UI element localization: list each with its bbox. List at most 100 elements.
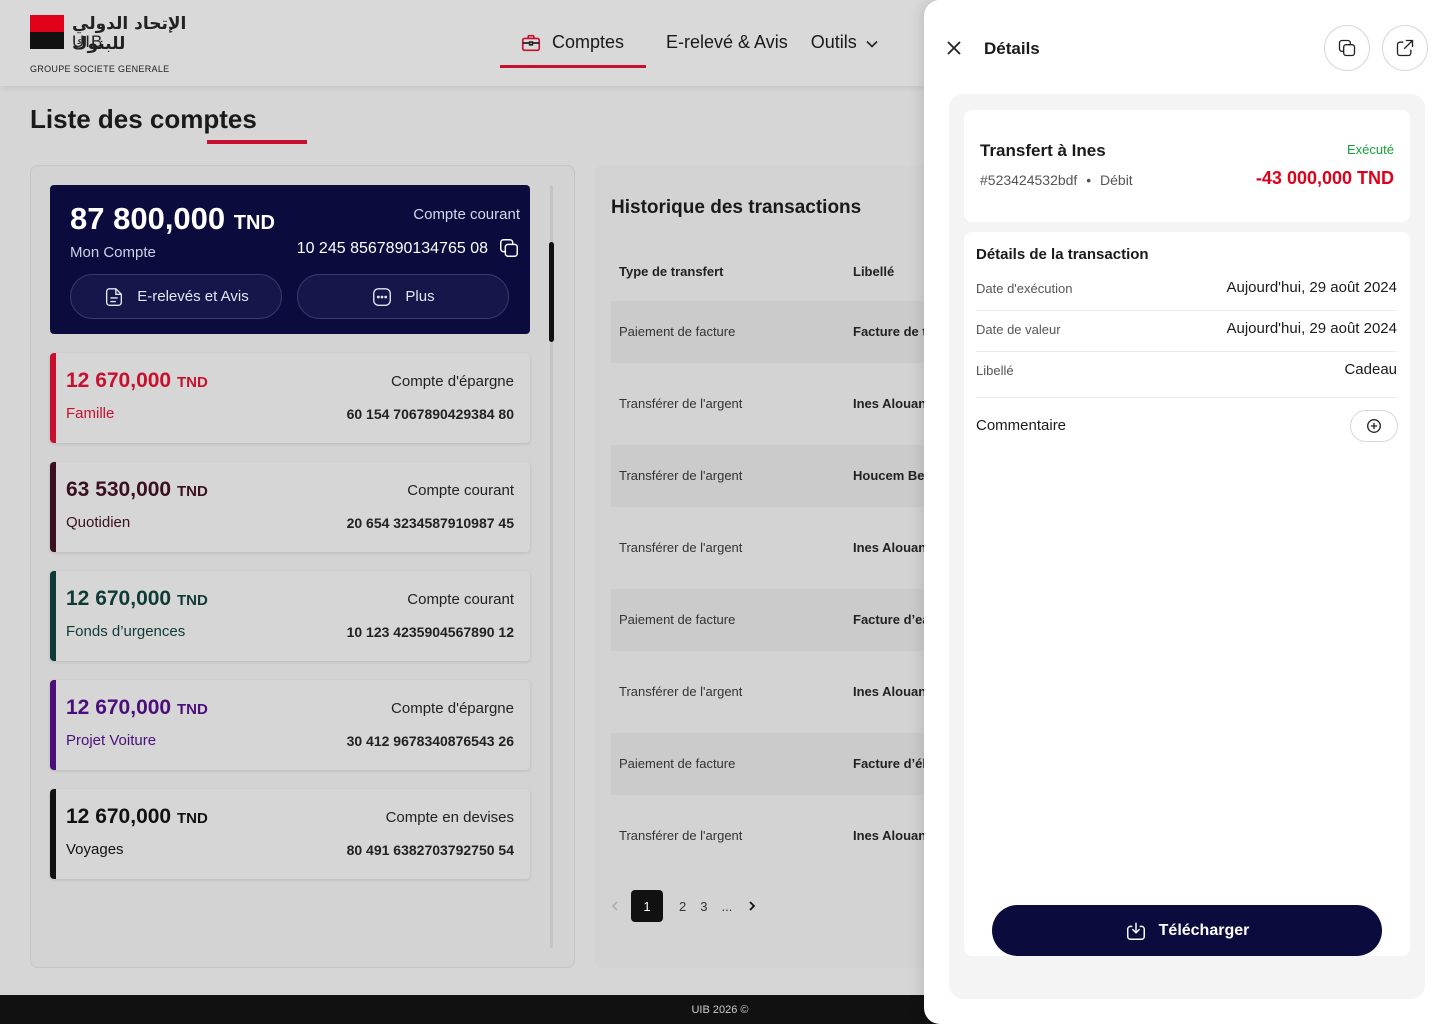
- transaction-label: Ines Alouani: [853, 828, 930, 843]
- e-releves-button-label: E-relevés et Avis: [137, 288, 249, 305]
- main-account-card[interactable]: 87 800,000 TND Mon Compte Compte courant…: [50, 185, 530, 334]
- logo-mark: [30, 15, 64, 49]
- account-number: 60 154 7067890429384 80: [346, 406, 514, 422]
- transaction-reference: #523424532bdf • Débit: [980, 172, 1133, 188]
- account-currency: TND: [176, 701, 208, 718]
- document-icon: [106, 287, 123, 306]
- account-number: 30 412 9678340876543 26: [346, 733, 514, 749]
- pagination: 1 2 3 ...: [609, 890, 768, 922]
- account-amount-value: 12 670,000: [66, 696, 172, 719]
- transaction-label: Ines Alouani: [853, 540, 930, 555]
- page-title: Liste des comptes: [30, 104, 257, 134]
- account-card[interactable]: 12 670,000 TND Projet Voiture Compte d'é…: [50, 680, 530, 770]
- account-name: Quotidien: [66, 514, 131, 531]
- logo-short-name: UIB: [72, 32, 104, 51]
- detail-label: Date d'exécution: [976, 281, 1073, 296]
- account-currency: TND: [176, 483, 208, 500]
- transaction-type: Transférer de l'argent: [619, 468, 743, 483]
- detail-row-execution-date: Date d'exécution Aujourd'hui, 29 août 20…: [976, 270, 1397, 311]
- main-account-currency: TND: [233, 212, 275, 234]
- transaction-summary-card: Transfert à Ines Exécuté #523424532bdf •…: [964, 110, 1410, 222]
- transaction-label: Ines Alouani: [853, 684, 930, 699]
- main-nav: Comptes E-relevé & Avis Outils: [500, 28, 879, 68]
- account-card[interactable]: 63 530,000 TND Quotidien Compte courant …: [50, 462, 530, 552]
- plus-button[interactable]: Plus: [297, 274, 509, 319]
- transaction-row[interactable]: Transférer de l'argent Ines Alouani: [611, 661, 935, 723]
- e-releves-button[interactable]: E-relevés et Avis: [70, 274, 282, 319]
- account-name: Famille: [66, 405, 115, 422]
- transaction-type: Paiement de facture: [619, 612, 736, 627]
- transaction-type: Transférer de l'argent: [619, 684, 743, 699]
- account-currency: TND: [176, 374, 208, 391]
- external-link-icon: [1396, 39, 1414, 57]
- transaction-row[interactable]: Transférer de l'argent Ines Alouani: [611, 373, 935, 435]
- logo-group-name: GROUPE SOCIETE GENERALE: [30, 64, 170, 74]
- account-amount: 12 670,000 TND: [66, 805, 208, 829]
- chevron-down-icon: [866, 40, 878, 48]
- transaction-row[interactable]: Paiement de facture Facture d’ea: [611, 589, 935, 651]
- drawer-title: Détails: [984, 39, 1040, 58]
- account-number: 80 491 6382703792750 54: [346, 842, 514, 858]
- chevron-right-icon[interactable]: [746, 900, 758, 912]
- page-2-button[interactable]: 2: [679, 899, 686, 914]
- transaction-type: Paiement de facture: [619, 756, 736, 771]
- transaction-row[interactable]: Transférer de l'argent Ines Alouani: [611, 805, 935, 867]
- transaction-amount: -43 000,000 TND: [1255, 168, 1394, 188]
- details-title: Détails de la transaction: [976, 246, 1149, 263]
- detail-row-value-date: Date de valeur Aujourd'hui, 29 août 2024: [976, 311, 1397, 352]
- share-button[interactable]: [1382, 25, 1428, 71]
- account-type: Compte courant: [407, 482, 514, 499]
- transaction-row[interactable]: Paiement de facture Facture d’élé: [611, 733, 935, 795]
- transaction-type: Transférer de l'argent: [619, 828, 743, 843]
- account-currency: TND: [176, 592, 208, 609]
- account-type: Compte en devises: [385, 809, 514, 826]
- nav-e-releve[interactable]: E-relevé & Avis: [666, 28, 788, 68]
- account-card[interactable]: 12 670,000 TND Famille Compte d'épargne …: [50, 353, 530, 443]
- detail-value: Aujourd'hui, 29 août 2024: [1226, 320, 1397, 337]
- page-3-button[interactable]: 3: [700, 899, 707, 914]
- reference-separator: •: [1086, 172, 1092, 188]
- transaction-type: Paiement de facture: [619, 324, 736, 339]
- account-card[interactable]: 12 670,000 TND Fonds d’urgences Compte c…: [50, 571, 530, 661]
- account-type: Compte d'épargne: [391, 700, 514, 717]
- nav-outils-label: Outils: [810, 32, 857, 52]
- transaction-direction: Débit: [1100, 172, 1133, 188]
- briefcase-icon: [521, 34, 541, 52]
- copy-icon[interactable]: [498, 237, 520, 259]
- transaction-label: Facture de t: [853, 324, 927, 339]
- close-icon[interactable]: [944, 38, 964, 58]
- account-amount-value: 63 530,000: [66, 478, 172, 501]
- account-card[interactable]: 12 670,000 TND Voyages Compte en devises…: [50, 789, 530, 879]
- transaction-label: Ines Alouani: [853, 396, 930, 411]
- add-comment-button[interactable]: [1350, 410, 1398, 442]
- comment-label: Commentaire: [976, 417, 1067, 434]
- transactions-panel: Historique des transactions Type de tran…: [595, 165, 935, 968]
- account-amount-value: 12 670,000: [66, 805, 172, 828]
- download-button[interactable]: Télécharger: [992, 905, 1382, 956]
- page-ellipsis: ...: [721, 898, 733, 914]
- account-amount-value: 12 670,000: [66, 587, 172, 610]
- transaction-details-card: Détails de la transaction Date d'exécuti…: [964, 232, 1410, 956]
- transaction-type: Transférer de l'argent: [619, 540, 743, 555]
- nav-outils[interactable]: Outils: [811, 28, 879, 68]
- chevron-left-icon[interactable]: [609, 900, 621, 912]
- plus-circle-icon: [1367, 419, 1381, 433]
- more-icon: [373, 287, 392, 306]
- transaction-row[interactable]: Paiement de facture Facture de t: [611, 301, 935, 363]
- nav-comptes[interactable]: Comptes: [500, 28, 646, 68]
- page-1-button[interactable]: 1: [631, 890, 663, 922]
- main-account-type: Compte courant: [413, 206, 520, 223]
- transaction-row[interactable]: Transférer de l'argent Ines Alouani: [611, 517, 935, 579]
- main-account-name: Mon Compte: [70, 244, 156, 261]
- account-name: Projet Voiture: [66, 732, 157, 749]
- duplicate-button[interactable]: [1324, 25, 1370, 71]
- accounts-scroll-thumb[interactable]: [549, 242, 554, 342]
- detail-label: Libellé: [976, 363, 1014, 378]
- download-icon: [1126, 922, 1145, 940]
- transaction-row[interactable]: Transférer de l'argent Houcem Ben: [611, 445, 935, 507]
- uib-logo[interactable]: الإتحاد الدولي للبنوك UIB GROUPE SOCIETE…: [30, 14, 230, 75]
- download-button-label: Télécharger: [1158, 921, 1250, 939]
- account-amount: 12 670,000 TND: [66, 696, 208, 720]
- nav-comptes-label: Comptes: [552, 32, 625, 52]
- main-account-amount: 87 800,000 TND: [70, 201, 275, 237]
